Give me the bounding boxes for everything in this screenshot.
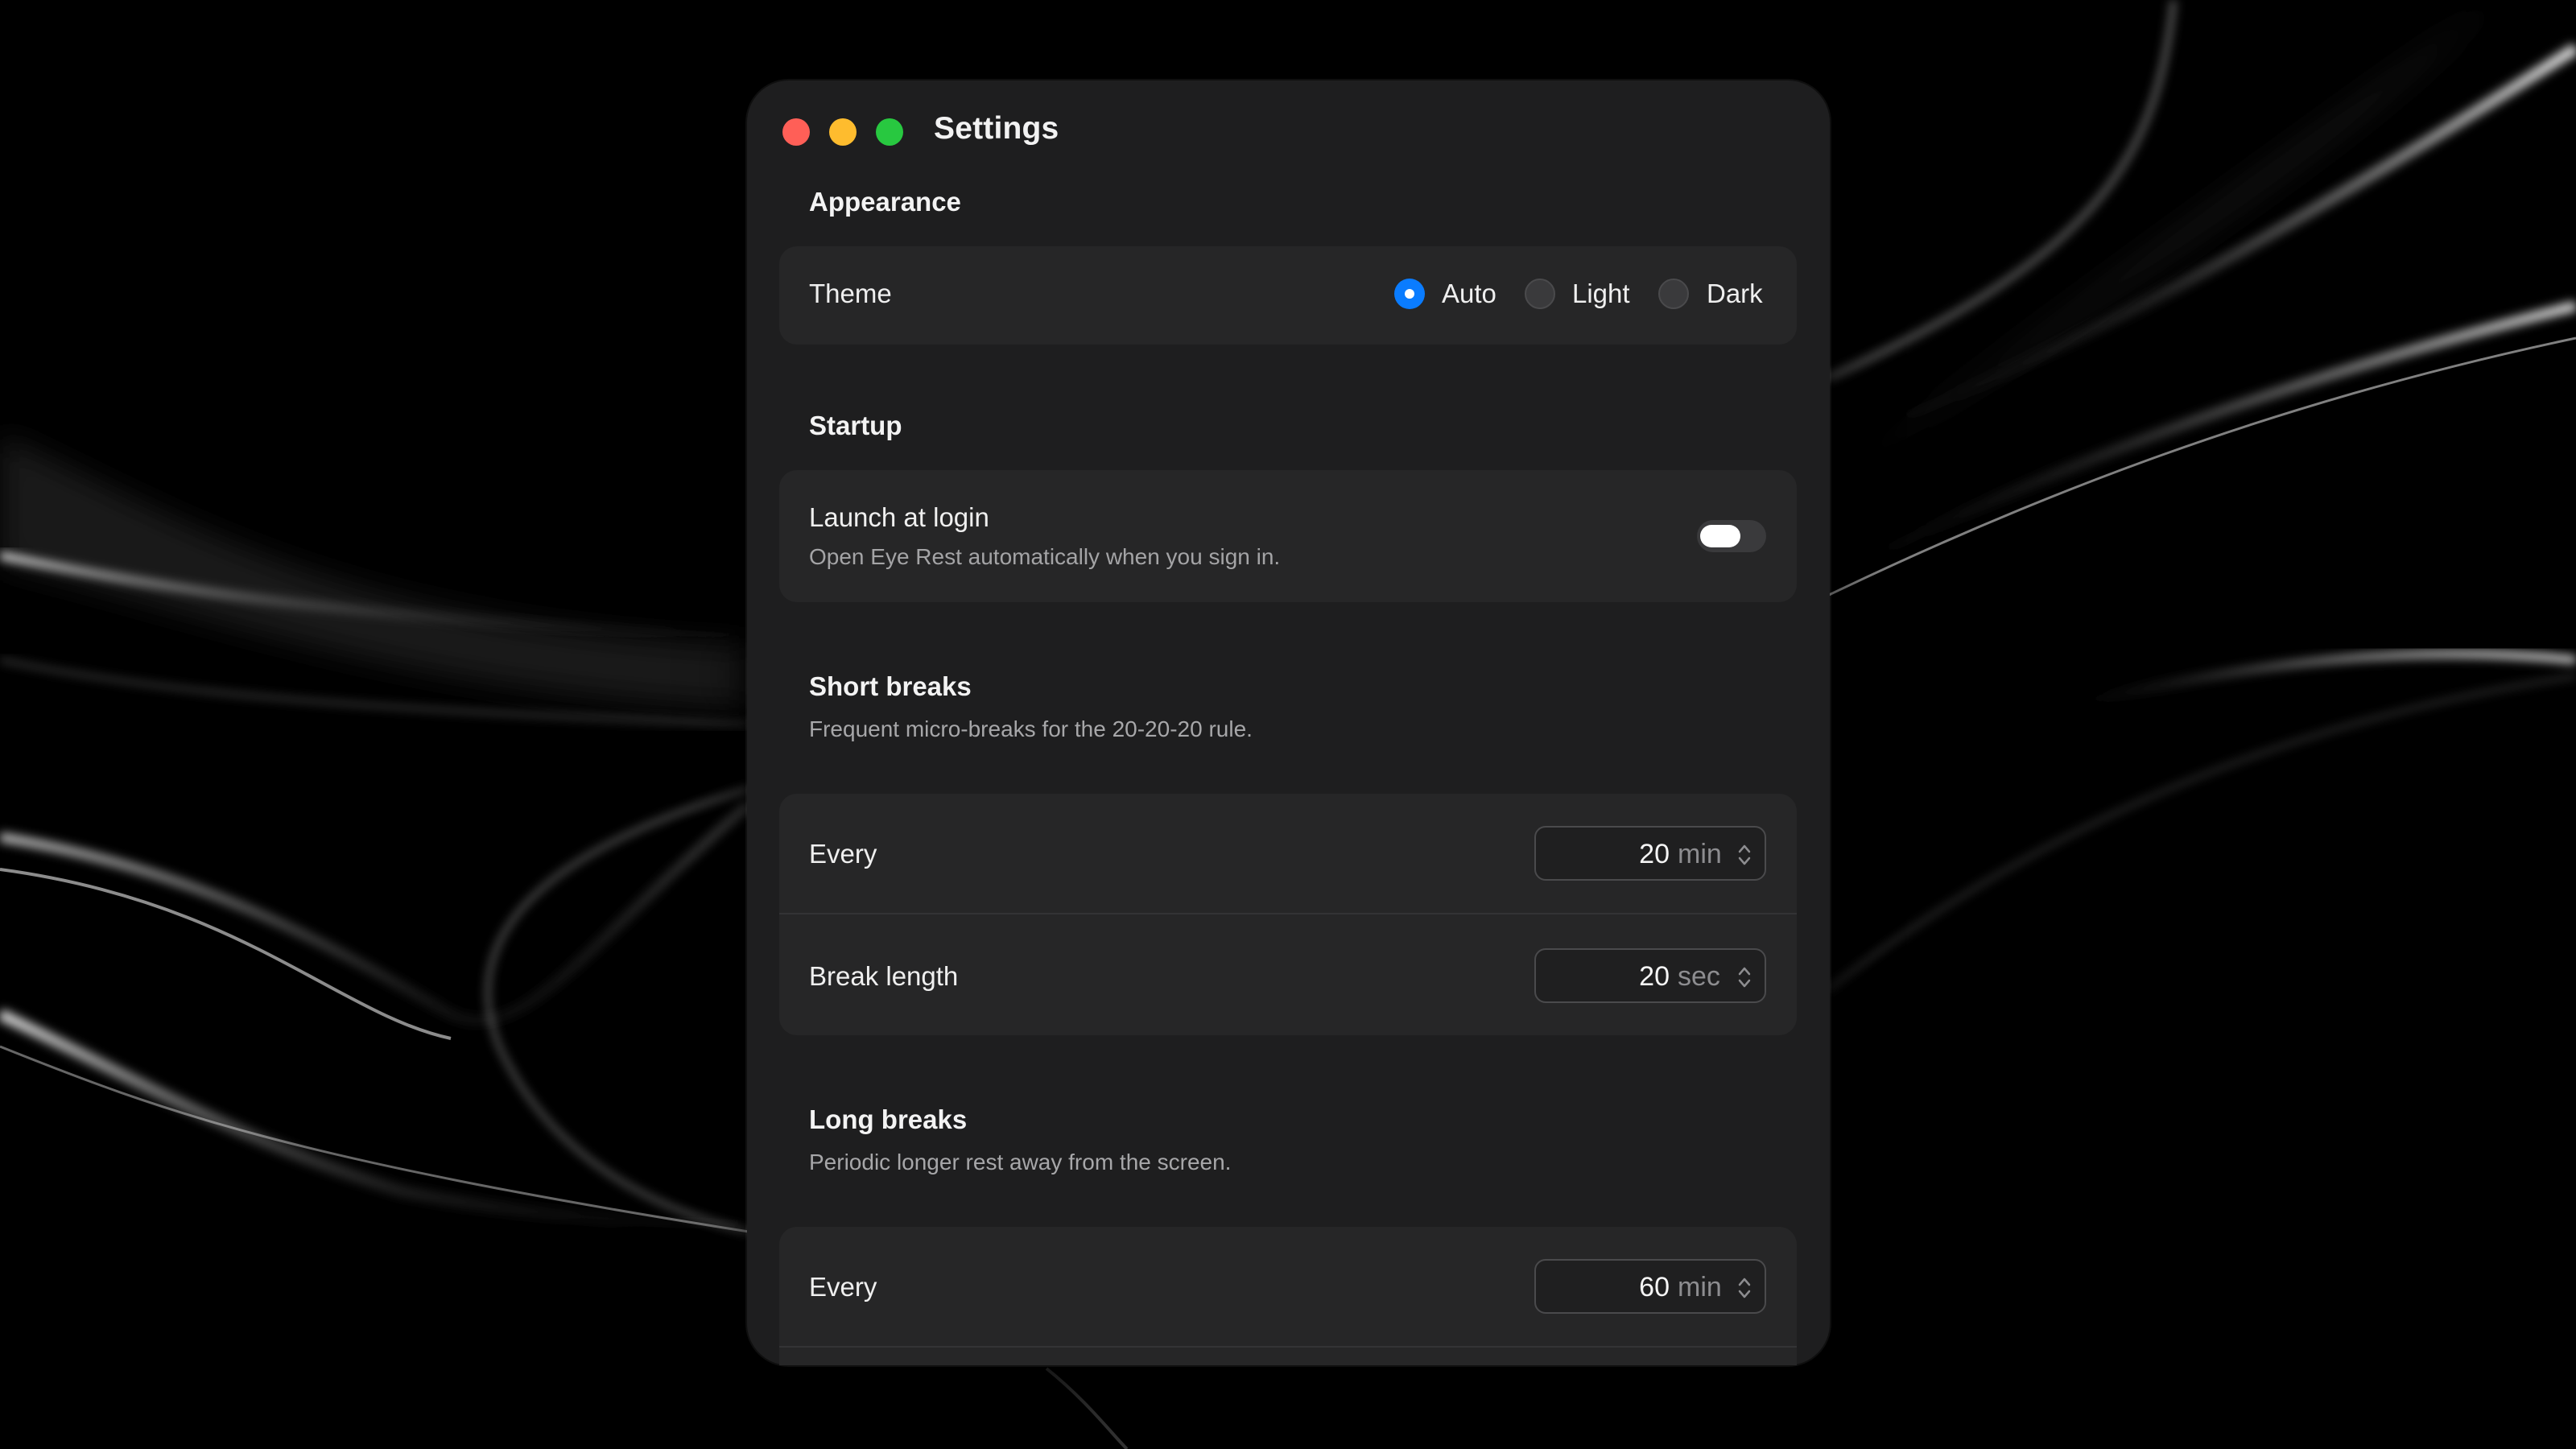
- launch-at-login-toggle[interactable]: [1697, 520, 1766, 552]
- radio-light[interactable]: [1525, 279, 1555, 309]
- close-button[interactable]: [782, 118, 810, 146]
- chevron-up-down-icon[interactable]: [1734, 1272, 1755, 1304]
- row-divider: [779, 1346, 1797, 1348]
- section-heading-appearance: Appearance: [809, 187, 961, 217]
- toggle-knob: [1700, 525, 1740, 547]
- radio-auto[interactable]: [1394, 279, 1425, 309]
- short-length-value[interactable]: 20: [1639, 961, 1670, 993]
- short-every-unit: min: [1678, 839, 1722, 869]
- section-heading-short-breaks: Short breaks: [809, 671, 972, 701]
- radio-light-label[interactable]: Light: [1572, 279, 1630, 309]
- short-length-stepper[interactable]: 20 sec: [1534, 948, 1766, 1003]
- long-every-stepper[interactable]: 60 min: [1534, 1259, 1766, 1314]
- long-every-unit: min: [1678, 1272, 1722, 1302]
- startup-card: [779, 470, 1797, 602]
- window-title: Settings: [934, 111, 1059, 146]
- short-every-stepper[interactable]: 20 min: [1534, 826, 1766, 881]
- radio-auto-label[interactable]: Auto: [1442, 279, 1496, 309]
- long-breaks-description: Periodic longer rest away from the scree…: [809, 1150, 1232, 1174]
- theme-label: Theme: [809, 279, 892, 308]
- radio-dark[interactable]: [1658, 279, 1689, 309]
- short-length-unit: sec: [1678, 961, 1720, 992]
- long-every-label: Every: [809, 1272, 877, 1302]
- section-heading-startup: Startup: [809, 411, 902, 440]
- short-breaks-description: Frequent micro-breaks for the 20-20-20 r…: [809, 716, 1253, 741]
- short-every-value[interactable]: 20: [1639, 839, 1670, 870]
- chevron-up-down-icon[interactable]: [1734, 961, 1755, 993]
- short-length-label: Break length: [809, 961, 959, 991]
- section-heading-long-breaks: Long breaks: [809, 1104, 968, 1134]
- zoom-button[interactable]: [876, 118, 903, 146]
- minimize-button[interactable]: [829, 118, 857, 146]
- launch-at-login-label: Launch at login: [809, 502, 989, 532]
- radio-dark-label[interactable]: Dark: [1707, 279, 1763, 309]
- short-every-label: Every: [809, 839, 877, 869]
- long-every-value[interactable]: 60: [1639, 1272, 1670, 1303]
- launch-at-login-description: Open Eye Rest automatically when you sig…: [809, 544, 1281, 569]
- chevron-up-down-icon[interactable]: [1734, 839, 1755, 871]
- theme-card: [779, 246, 1797, 345]
- title-bar: [0, 0, 2576, 103]
- row-divider: [779, 913, 1797, 914]
